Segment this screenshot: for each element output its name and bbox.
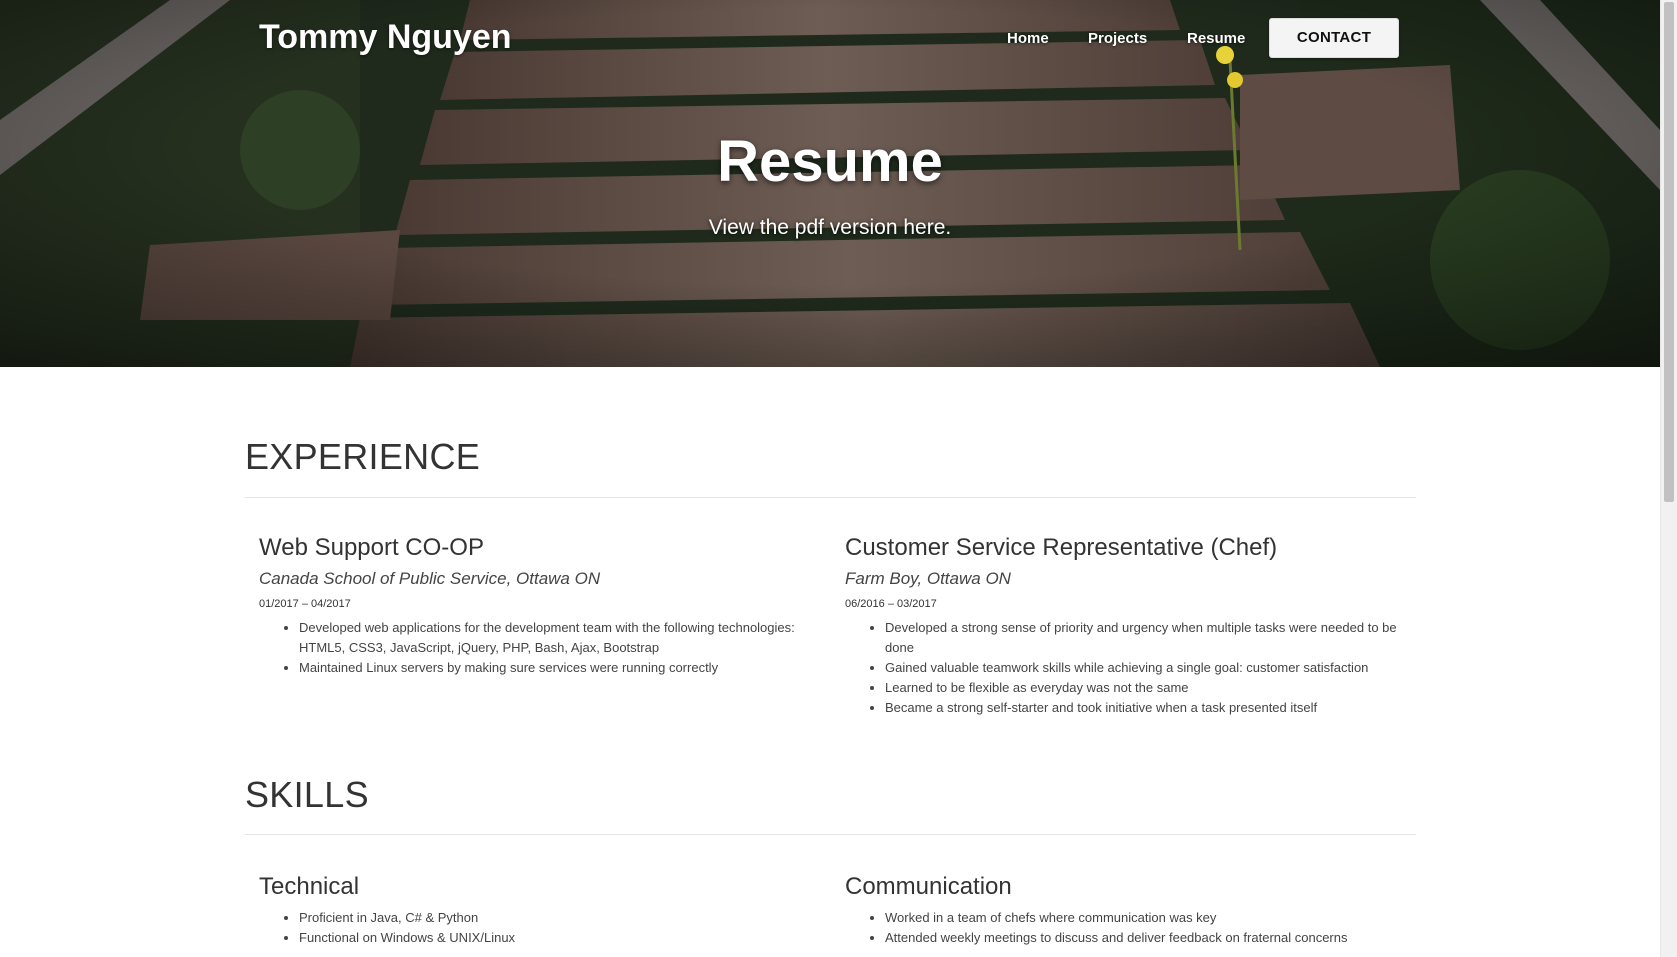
site-brand[interactable]: Tommy Nguyen	[259, 18, 512, 57]
job-company: Canada School of Public Service, Ottawa …	[259, 569, 601, 588]
job-company: Farm Boy, Ottawa ON	[845, 569, 1011, 588]
list-item: Worked in a team of chefs where communic…	[885, 908, 1405, 928]
skills-heading: SKILLS	[245, 774, 369, 815]
list-item: Attended weekly meetings to discuss and …	[885, 928, 1405, 948]
skills-group: Communication Worked in a team of chefs …	[845, 873, 1405, 948]
skills-list: Proficient in Java, C# & Python Function…	[259, 908, 819, 948]
job-title: Customer Service Representative (Chef)	[845, 534, 1278, 561]
nav-home-link[interactable]: Home	[1007, 30, 1049, 47]
nav-projects-link[interactable]: Projects	[1088, 30, 1147, 47]
list-item: Gained valuable teamwork skills while ac…	[885, 658, 1405, 678]
list-item: Developed web applications for the devel…	[299, 618, 819, 658]
scrollbar-thumb[interactable]	[1664, 2, 1674, 502]
experience-heading: EXPERIENCE	[245, 436, 481, 477]
experience-item: Web Support CO-OP Canada School of Publi…	[259, 534, 819, 678]
pdf-version-link[interactable]: View the pdf version here.	[0, 216, 1660, 240]
list-item: Maintained Linux servers by making sure …	[299, 658, 819, 678]
contact-button[interactable]: CONTACT	[1269, 18, 1399, 58]
list-item: Became a strong self-starter and took in…	[885, 698, 1405, 718]
skills-divider	[245, 834, 1416, 835]
hero-banner: Tommy Nguyen Home Projects Resume CONTAC…	[0, 0, 1660, 367]
skills-group: Technical Proficient in Java, C# & Pytho…	[259, 873, 819, 948]
list-item: Developed a strong sense of priority and…	[885, 618, 1405, 658]
list-item: Proficient in Java, C# & Python	[299, 908, 819, 928]
job-dates: 01/2017 – 04/2017	[259, 598, 351, 610]
list-item: Functional on Windows & UNIX/Linux	[299, 928, 819, 948]
job-duties-list: Developed a strong sense of priority and…	[845, 618, 1405, 718]
nav-resume-link[interactable]: Resume	[1187, 30, 1245, 47]
list-item: Learned to be flexible as everyday was n…	[885, 678, 1405, 698]
job-title: Web Support CO-OP	[259, 534, 484, 561]
page-title: Resume	[717, 129, 943, 194]
job-duties-list: Developed web applications for the devel…	[259, 618, 819, 678]
skills-group-title: Communication	[845, 873, 1012, 900]
skills-group-title: Technical	[259, 873, 360, 900]
job-dates: 06/2016 – 03/2017	[845, 598, 937, 610]
skills-list: Worked in a team of chefs where communic…	[845, 908, 1405, 948]
experience-divider	[245, 497, 1416, 498]
page-scrollbar[interactable]	[1660, 0, 1677, 957]
experience-item: Customer Service Representative (Chef) F…	[845, 534, 1405, 718]
